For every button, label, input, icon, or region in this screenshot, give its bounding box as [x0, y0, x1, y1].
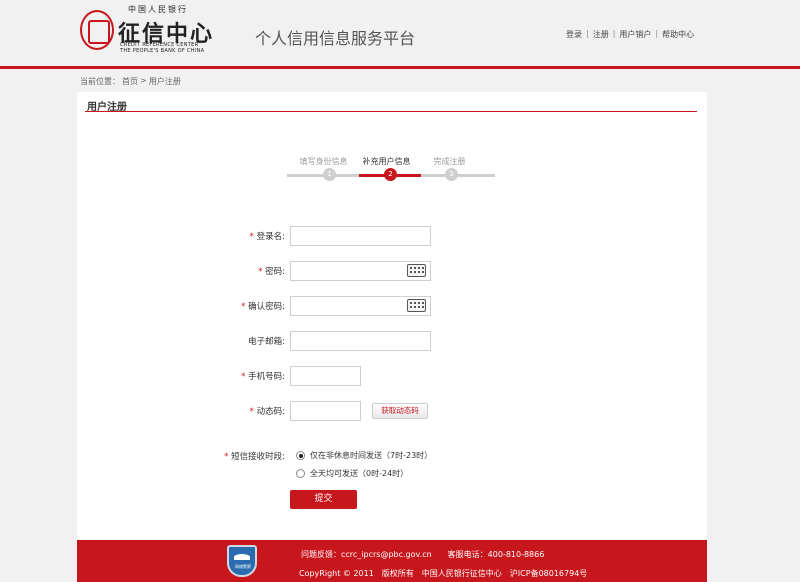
dynamic-code-input[interactable] — [290, 401, 361, 421]
dynamic-code-label-text: 动态码: — [256, 407, 285, 417]
dynamic-code-row: * 动态码: 获取动态码 — [77, 401, 707, 421]
platform-title: 个人信用信息服务平台 — [255, 29, 416, 48]
sms-option-allday-row: 全天均可发送（0时-24时） — [77, 467, 707, 481]
nav-separator: | — [586, 29, 589, 38]
nav-help-link[interactable]: 帮助中心 — [662, 29, 694, 40]
step-label-user-info: 补充用户信息 — [362, 157, 411, 166]
email-row: 电子邮箱: — [77, 331, 707, 351]
site-footer: 网络警察 问题反馈：ccrc_ipcrs@pbc.gov.cn 客服电话：400… — [77, 540, 707, 582]
password-row: * 密码: — [77, 261, 707, 281]
required-mark: * — [224, 452, 229, 462]
step-labels: 填写身份信息 补充用户信息 完成注册 — [292, 156, 482, 167]
nav-login-link[interactable]: 登录 — [566, 29, 582, 40]
keyboard-icon[interactable] — [407, 299, 426, 312]
phone-row: * 手机号码: — [77, 366, 707, 386]
phone-label-text: 手机号码: — [248, 372, 285, 382]
login-name-label-text: 登录名: — [256, 232, 285, 242]
login-name-label: * 登录名: — [250, 230, 285, 242]
breadcrumb-current: 用户注册 — [148, 77, 181, 86]
confirm-password-row: * 确认密码: — [77, 296, 707, 316]
email-input[interactable] — [290, 331, 431, 351]
nav-separator: | — [612, 29, 616, 38]
required-mark: * — [249, 407, 254, 417]
phone-input[interactable] — [290, 366, 361, 386]
required-mark: * — [258, 267, 263, 277]
email-label: 电子邮箱: — [248, 337, 285, 347]
phone-label: * 手机号码: — [241, 370, 285, 382]
step-label-identity: 填写身份信息 — [299, 157, 348, 166]
logo-sub-text-2: THE PEOPLE'S BANK OF CHINA — [120, 48, 205, 54]
keyboard-icon[interactable] — [407, 264, 426, 277]
breadcrumb-separator: > — [140, 76, 147, 85]
dynamic-code-label: * 动态码: — [250, 405, 285, 417]
required-mark: * — [241, 372, 246, 382]
sms-option-all-row: * 短信接收时段: 仅在非休息时间发送（7时-23时） — [77, 449, 707, 463]
badge-text: 网络警察 — [235, 564, 251, 569]
step-dot-1: 1 — [323, 168, 336, 181]
nav-separator: | — [655, 29, 659, 38]
get-code-button[interactable]: 获取动态码 — [372, 403, 428, 419]
nav-close-account-link[interactable]: 用户销户 — [619, 29, 651, 40]
breadcrumb-prefix: 当前位置： — [80, 77, 120, 86]
login-name-row: * 登录名: — [77, 226, 707, 246]
top-nav: 登录 | 注册 | 用户销户 | 帮助中心 — [566, 29, 694, 40]
sms-time-label: * 短信接收时段: — [224, 450, 285, 462]
step-bar-segment-3 — [421, 174, 495, 177]
footer-copyright: CopyRight © 2011 版权所有 中国人民银行征信中心 沪ICP备08… — [299, 569, 588, 578]
logo-top-text: 中国人民银行 — [128, 5, 188, 14]
step-dot-2: 2 — [384, 168, 397, 181]
sms-option-allday-label[interactable]: 全天均可发送（0时-24时） — [310, 468, 408, 479]
password-label-text: 密码: — [265, 267, 285, 277]
registration-card: 用户注册 填写身份信息 补充用户信息 完成注册 1 2 3 * 登录名: * 密… — [77, 92, 707, 540]
required-mark: * — [241, 302, 246, 312]
nav-register-link[interactable]: 注册 — [593, 29, 609, 40]
footer-contact: 问题反馈：ccrc_ipcrs@pbc.gov.cn 客服电话：400-810-… — [301, 550, 545, 559]
police-badge-icon[interactable]: 网络警察 — [227, 545, 257, 577]
breadcrumb-home-link[interactable]: 首页 — [122, 76, 138, 87]
site-header: 中国人民银行 征信中心 CREDIT REFERENCE CENTER THE … — [0, 0, 800, 66]
confirm-password-label-text: 确认密码: — [248, 302, 285, 312]
sms-option-allday-radio[interactable] — [296, 469, 305, 478]
required-mark: * — [249, 232, 254, 242]
breadcrumb: 当前位置： 首页 > 用户注册 — [80, 76, 181, 87]
header-divider — [0, 66, 800, 69]
submit-button[interactable]: 提交 — [290, 490, 357, 509]
step-dot-3: 3 — [445, 168, 458, 181]
login-name-input[interactable] — [290, 226, 431, 246]
card-title-divider — [85, 111, 697, 112]
logo-seal-icon — [80, 10, 114, 50]
sms-time-label-text: 短信接收时段: — [231, 452, 285, 462]
step-label-complete: 完成注册 — [433, 157, 466, 166]
sms-option-daytime-label[interactable]: 仅在非休息时间发送（7时-23时） — [310, 450, 432, 461]
sms-option-daytime-radio[interactable] — [296, 451, 305, 460]
confirm-password-label: * 确认密码: — [241, 300, 285, 312]
password-label: * 密码: — [258, 265, 285, 277]
